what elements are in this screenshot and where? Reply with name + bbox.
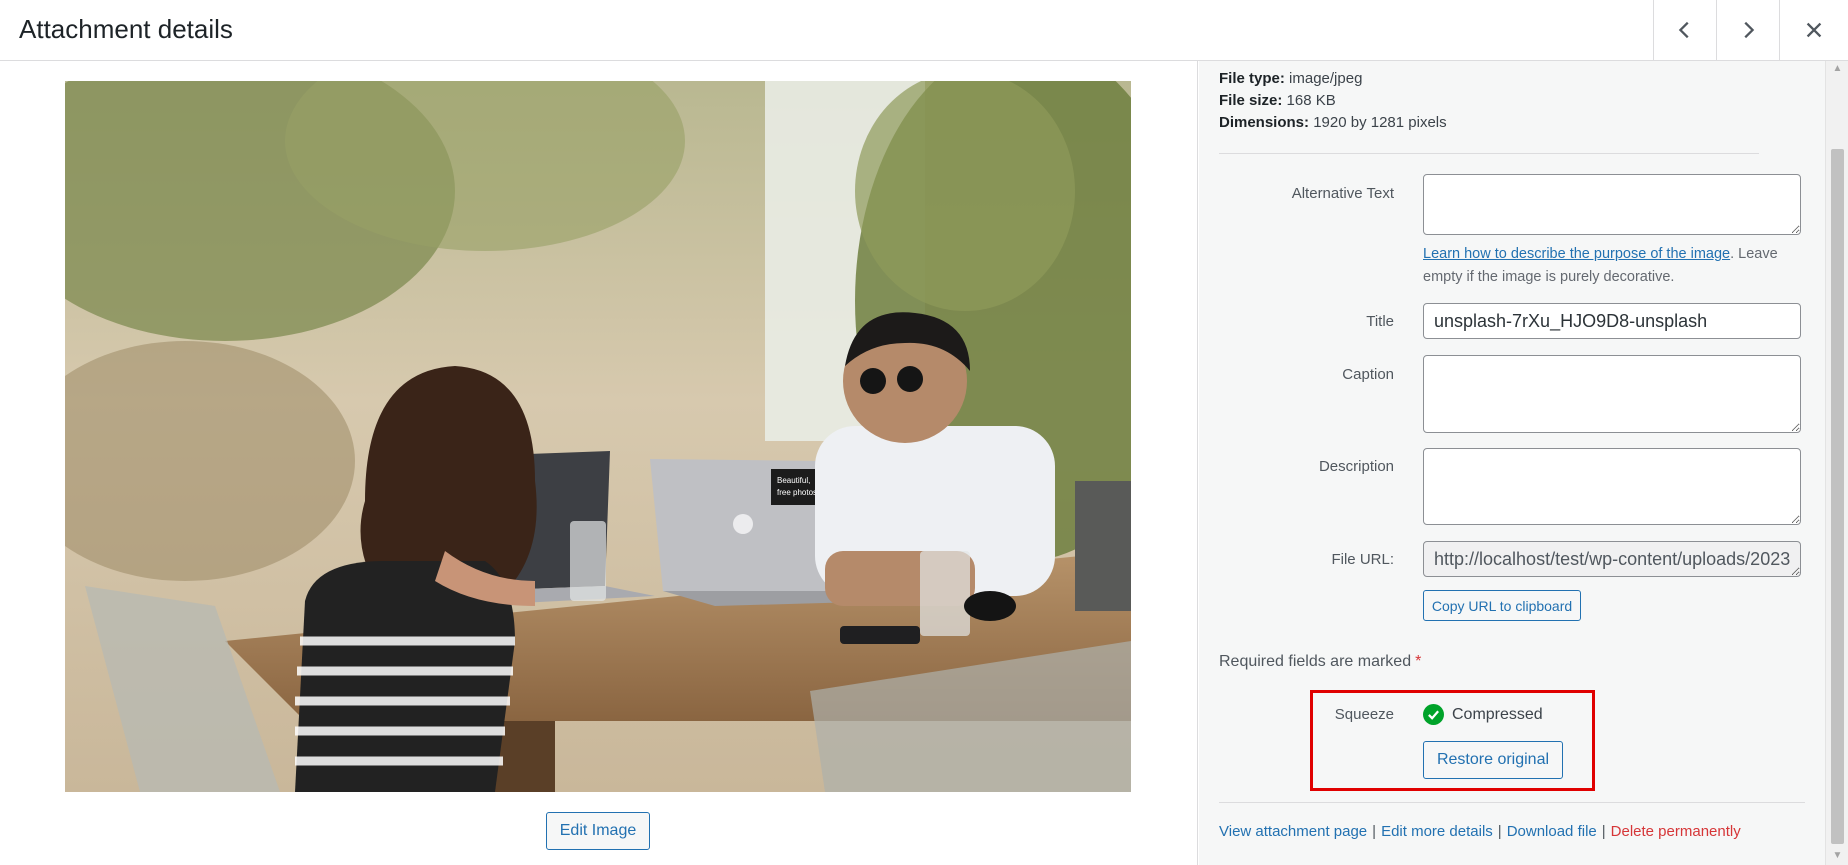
- view-attachment-page-link[interactable]: View attachment page: [1219, 823, 1367, 840]
- edit-image-button[interactable]: Edit Image: [546, 812, 650, 850]
- file-url-field[interactable]: http://localhost/test/wp-content/uploads…: [1423, 541, 1801, 577]
- check-circle-icon: [1423, 704, 1444, 725]
- sticker-text-1: Beautiful,: [777, 476, 810, 485]
- separator: |: [1497, 823, 1502, 840]
- attachment-actions: View attachment page | Edit more details | D…: [1219, 823, 1741, 840]
- file-size-value: 168 KB: [1286, 92, 1336, 109]
- required-fields-note: Required fields are marked *: [1219, 653, 1421, 671]
- caption-label: Caption: [1342, 366, 1394, 383]
- details-divider: [1219, 153, 1759, 154]
- edit-more-details-link[interactable]: Edit more details: [1381, 823, 1493, 840]
- file-type-value: image/jpeg: [1289, 70, 1363, 87]
- file-url-label: File URL:: [1331, 551, 1394, 568]
- media-preview-pane: Beautiful, free photos. Edit Image: [0, 61, 1198, 865]
- file-type-label: File type:: [1219, 70, 1285, 87]
- description-field[interactable]: [1423, 448, 1801, 525]
- page-title: Attachment details: [19, 14, 233, 44]
- chevron-right-icon: [1744, 21, 1755, 39]
- separator: |: [1601, 823, 1606, 840]
- actions-divider: [1219, 802, 1805, 803]
- file-size-line: File size: 168 KB: [1219, 92, 1336, 109]
- photo-illustration: Beautiful, free photos.: [65, 81, 1131, 792]
- close-icon: [1806, 22, 1822, 38]
- compression-status-text: Compressed: [1452, 705, 1543, 723]
- dimensions-value: 1920 by 1281 pixels: [1313, 114, 1447, 131]
- required-star: *: [1415, 653, 1422, 670]
- attachment-image: Beautiful, free photos.: [65, 81, 1131, 792]
- sticker-text-2: free photos.: [777, 488, 819, 497]
- file-size-label: File size:: [1219, 92, 1283, 109]
- alt-text-label: Alternative Text: [1291, 185, 1394, 202]
- restore-original-button[interactable]: Restore original: [1423, 741, 1563, 779]
- alt-text-field[interactable]: [1423, 174, 1801, 235]
- next-attachment-button[interactable]: [1716, 0, 1779, 60]
- title-label: Title: [1366, 313, 1394, 330]
- description-label: Description: [1318, 458, 1394, 475]
- scroll-up-icon[interactable]: ▲: [1831, 63, 1844, 75]
- alt-text-help: Learn how to describe the purpose of the…: [1423, 243, 1813, 289]
- alt-text-help-link[interactable]: Learn how to describe the purpose of the…: [1423, 246, 1730, 262]
- squeeze-label: Squeeze: [1334, 706, 1394, 723]
- title-field[interactable]: [1423, 303, 1801, 339]
- caption-field[interactable]: [1423, 355, 1801, 433]
- compression-status: Compressed: [1423, 704, 1543, 725]
- dimensions-line: Dimensions: 1920 by 1281 pixels: [1219, 114, 1447, 131]
- sidebar-scrollbar[interactable]: ▲ ▼: [1825, 61, 1848, 865]
- previous-attachment-button[interactable]: [1653, 0, 1716, 60]
- download-file-link[interactable]: Download file: [1507, 823, 1597, 840]
- separator: |: [1372, 823, 1377, 840]
- file-type-line: File type: image/jpeg: [1219, 70, 1362, 87]
- chevron-left-icon: [1678, 21, 1689, 39]
- dimensions-label: Dimensions:: [1219, 114, 1310, 131]
- scroll-thumb[interactable]: [1831, 149, 1844, 844]
- copy-url-button[interactable]: Copy URL to clipboard: [1423, 590, 1581, 621]
- required-note-text: Required fields are marked: [1219, 653, 1412, 670]
- modal-header: Attachment details: [0, 0, 1848, 61]
- close-button[interactable]: [1779, 0, 1848, 60]
- scroll-down-icon[interactable]: ▼: [1831, 850, 1844, 862]
- delete-permanently-link[interactable]: Delete permanently: [1611, 823, 1741, 840]
